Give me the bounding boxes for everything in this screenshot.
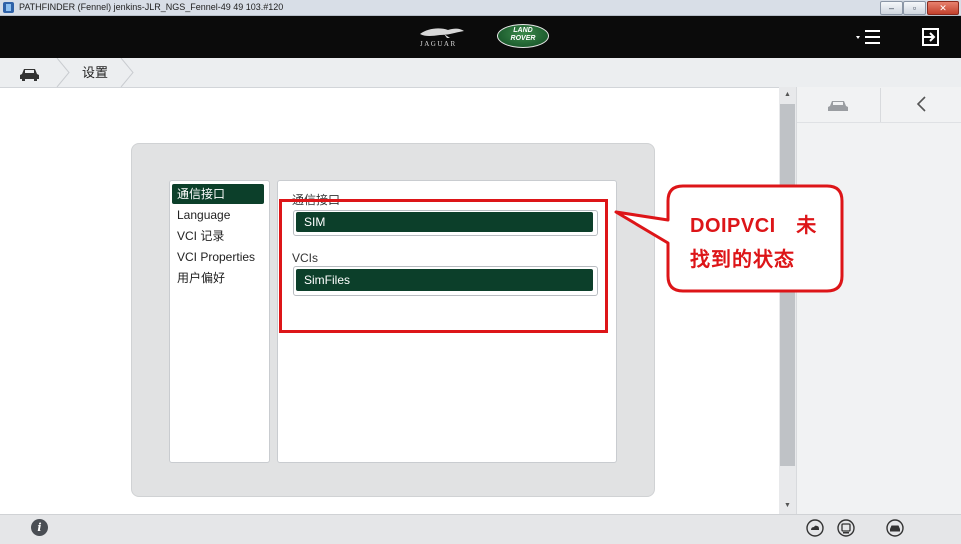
car-icon (20, 69, 39, 81)
car-icon (828, 101, 848, 111)
land-rover-line1: LAND (513, 27, 533, 34)
cloud-icon (806, 519, 824, 537)
annotation-highlight-box (279, 199, 608, 333)
land-rover-logo: LAND ROVER (497, 24, 551, 50)
land-rover-line2: ROVER (510, 35, 536, 42)
scroll-down-arrow[interactable]: ▼ (779, 498, 796, 514)
breadcrumb-current: 设置 (82, 65, 109, 80)
nav-item-vci-properties[interactable]: VCI Properties (172, 247, 264, 267)
menu-button[interactable] (848, 24, 888, 50)
chevron-left-icon (916, 96, 926, 112)
info-button[interactable]: i (31, 519, 48, 536)
annotation-callout-bubble (613, 183, 845, 295)
annotation-text-line2: 找到的状态 (690, 249, 795, 271)
rail-divider (797, 122, 961, 123)
menu-icon (856, 30, 880, 44)
vci-icon (837, 519, 855, 537)
logout-button[interactable] (914, 23, 948, 51)
app-header (0, 16, 961, 58)
rail-back-button[interactable] (880, 88, 961, 122)
vehicle-status-button[interactable] (885, 518, 905, 538)
rail-vehicle-button[interactable] (797, 88, 879, 122)
nav-item-comm-interface[interactable]: 通信接口 (172, 184, 264, 204)
maximize-button[interactable]: ▫ (903, 1, 926, 15)
scroll-up-arrow[interactable]: ▲ (779, 87, 796, 103)
breadcrumb-separator (120, 57, 134, 88)
breadcrumb-separator (56, 57, 70, 88)
minimize-button[interactable]: ‒ (880, 1, 903, 15)
nav-item-language[interactable]: Language (172, 205, 264, 225)
jaguar-wordmark: JAGUAR (420, 40, 457, 48)
breadcrumb (0, 58, 961, 88)
app-icon (3, 2, 14, 13)
window-title: PATHFINDER (Fennel) jenkins-JLR_NGS_Fenn… (19, 2, 284, 12)
logout-icon (922, 28, 939, 46)
vci-status-button[interactable] (836, 518, 856, 538)
cloud-status-button[interactable] (805, 518, 825, 538)
breadcrumb-home[interactable] (0, 58, 58, 87)
car-icon (886, 519, 904, 537)
nav-item-vci-log[interactable]: VCI 记录 (172, 226, 264, 246)
right-rail (796, 87, 961, 514)
annotation-text-line1: DOIPVCI 未 (690, 215, 817, 237)
close-button[interactable]: ✕ (927, 1, 959, 15)
jaguar-logo: JAGUAR (414, 22, 470, 50)
nav-item-user-preferences[interactable]: 用户偏好 (172, 268, 264, 288)
